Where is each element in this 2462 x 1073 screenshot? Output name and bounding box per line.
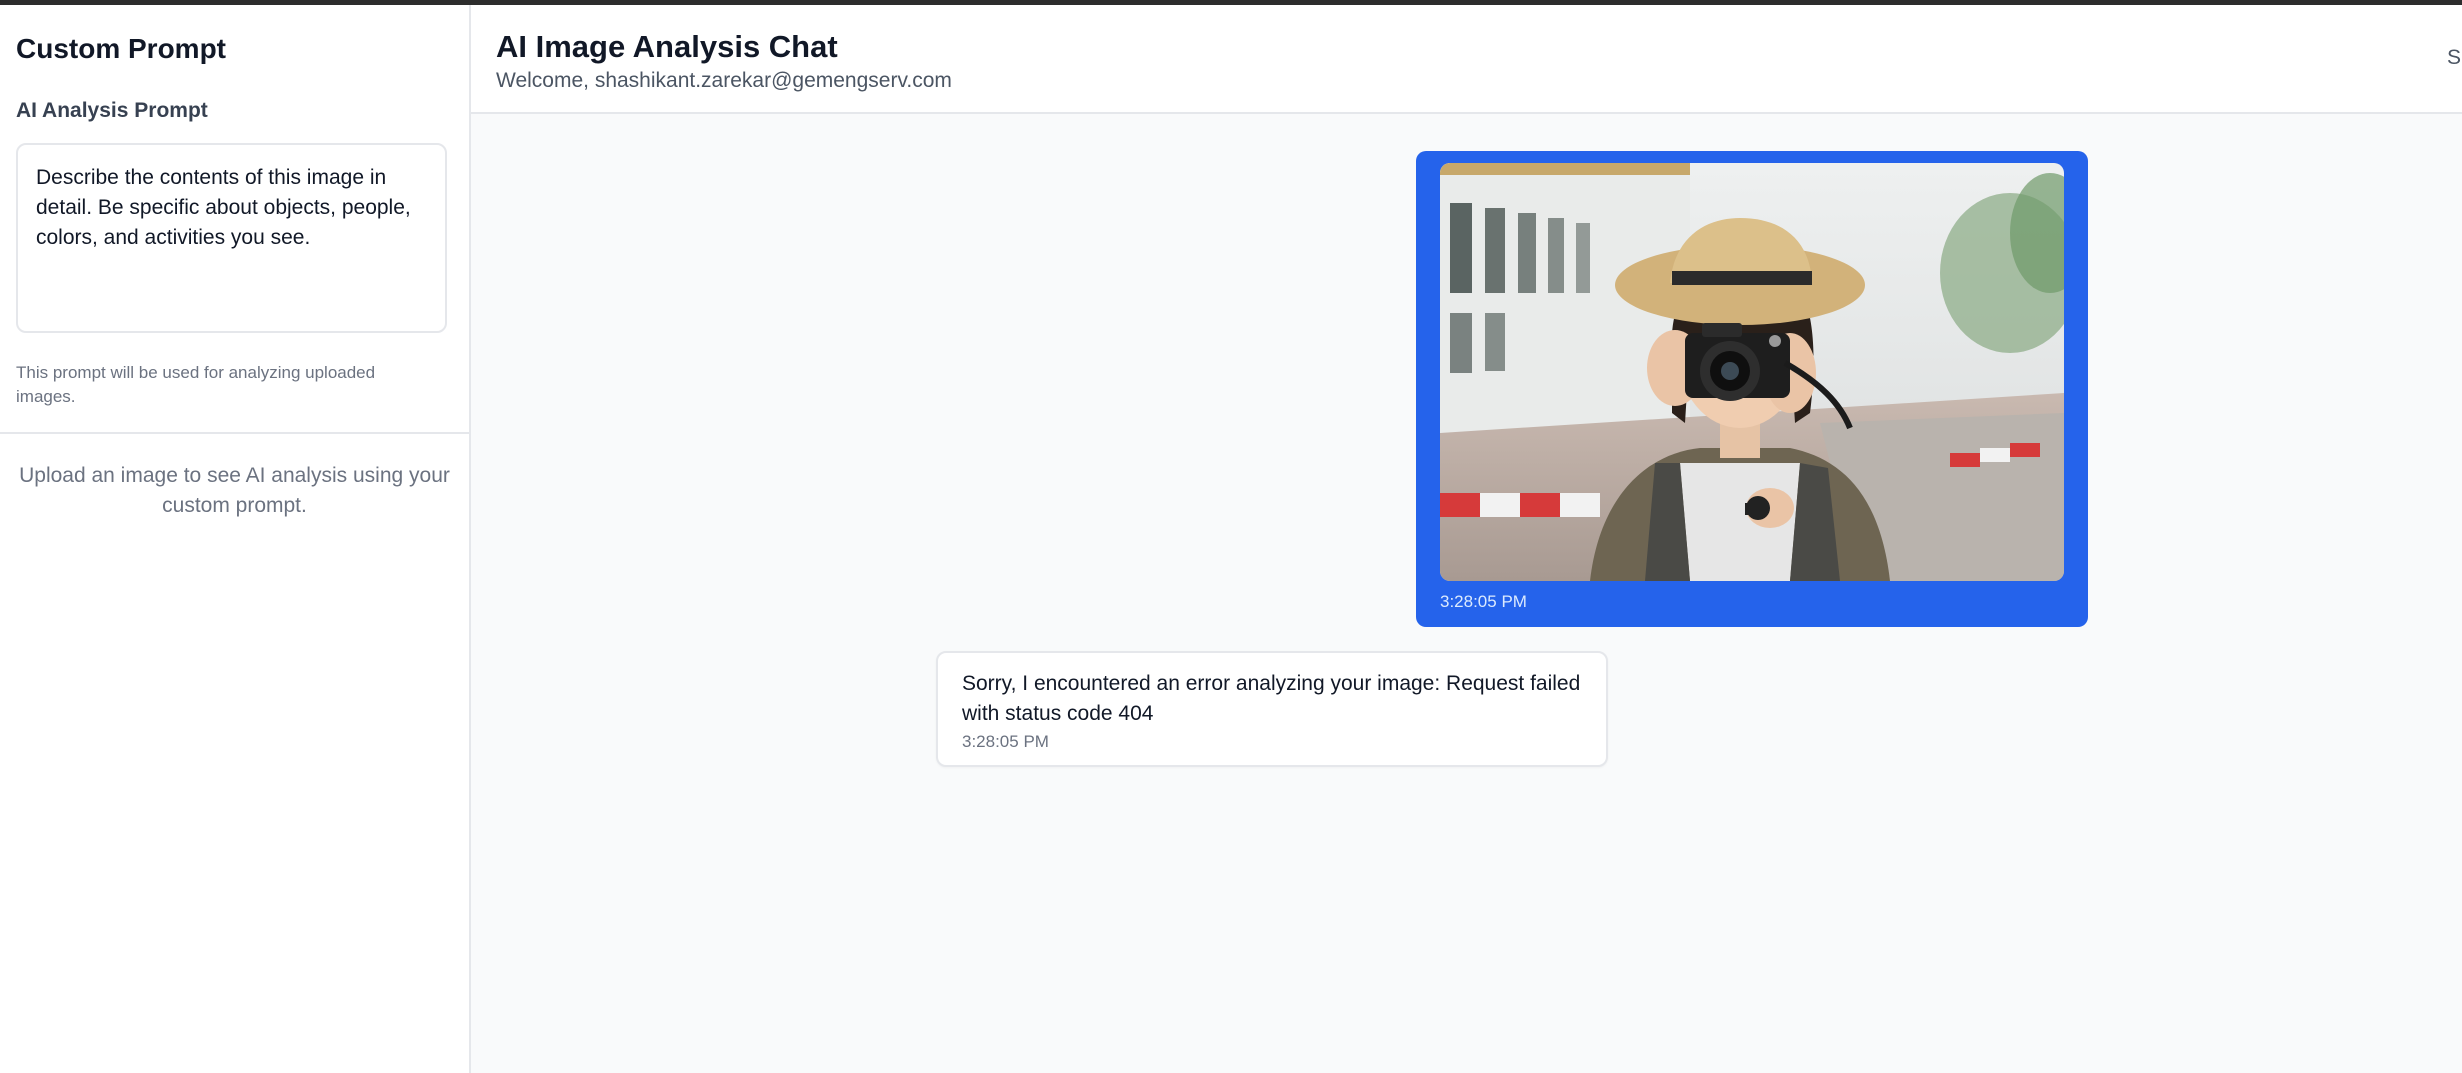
uploaded-image bbox=[1440, 163, 2064, 581]
chat-header: AI Image Analysis Chat Welcome, shashika… bbox=[471, 5, 2462, 114]
prompt-help-text: This prompt will be used for analyzing u… bbox=[16, 363, 376, 406]
uploaded-photo-illustration bbox=[1440, 163, 2064, 581]
sign-out-button[interactable]: Si bbox=[2447, 46, 2462, 70]
prompt-textarea[interactable]: Describe the contents of this image in d… bbox=[16, 143, 447, 333]
assistant-message-text: Sorry, I encountered an error analyzing … bbox=[962, 672, 1581, 725]
prompt-label: AI Analysis Prompt bbox=[16, 99, 208, 122]
sidebar-title: Custom Prompt bbox=[16, 33, 226, 64]
assistant-error-message: Sorry, I encountered an error analyzing … bbox=[936, 651, 1608, 767]
chat-main: AI Image Analysis Chat Welcome, shashika… bbox=[471, 5, 2462, 1073]
analysis-empty-state: Upload an image to see AI analysis using… bbox=[19, 464, 450, 517]
user-email: shashikant.zarekar@gemengserv.com bbox=[594, 69, 952, 92]
custom-prompt-sidebar: Custom Prompt AI Analysis Prompt Describ… bbox=[0, 5, 471, 1073]
user-image-message: 3:28:05 PM bbox=[1416, 151, 2088, 627]
welcome-prefix: Welcome, bbox=[496, 69, 595, 92]
page-title: AI Image Analysis Chat bbox=[496, 29, 838, 64]
assistant-message-timestamp: 3:28:05 PM bbox=[962, 732, 1049, 751]
user-message-timestamp: 3:28:05 PM bbox=[1440, 592, 1527, 611]
sidebar-divider bbox=[0, 432, 469, 434]
welcome-text: Welcome, shashikant.zarekar@gemengserv.c… bbox=[496, 69, 952, 93]
